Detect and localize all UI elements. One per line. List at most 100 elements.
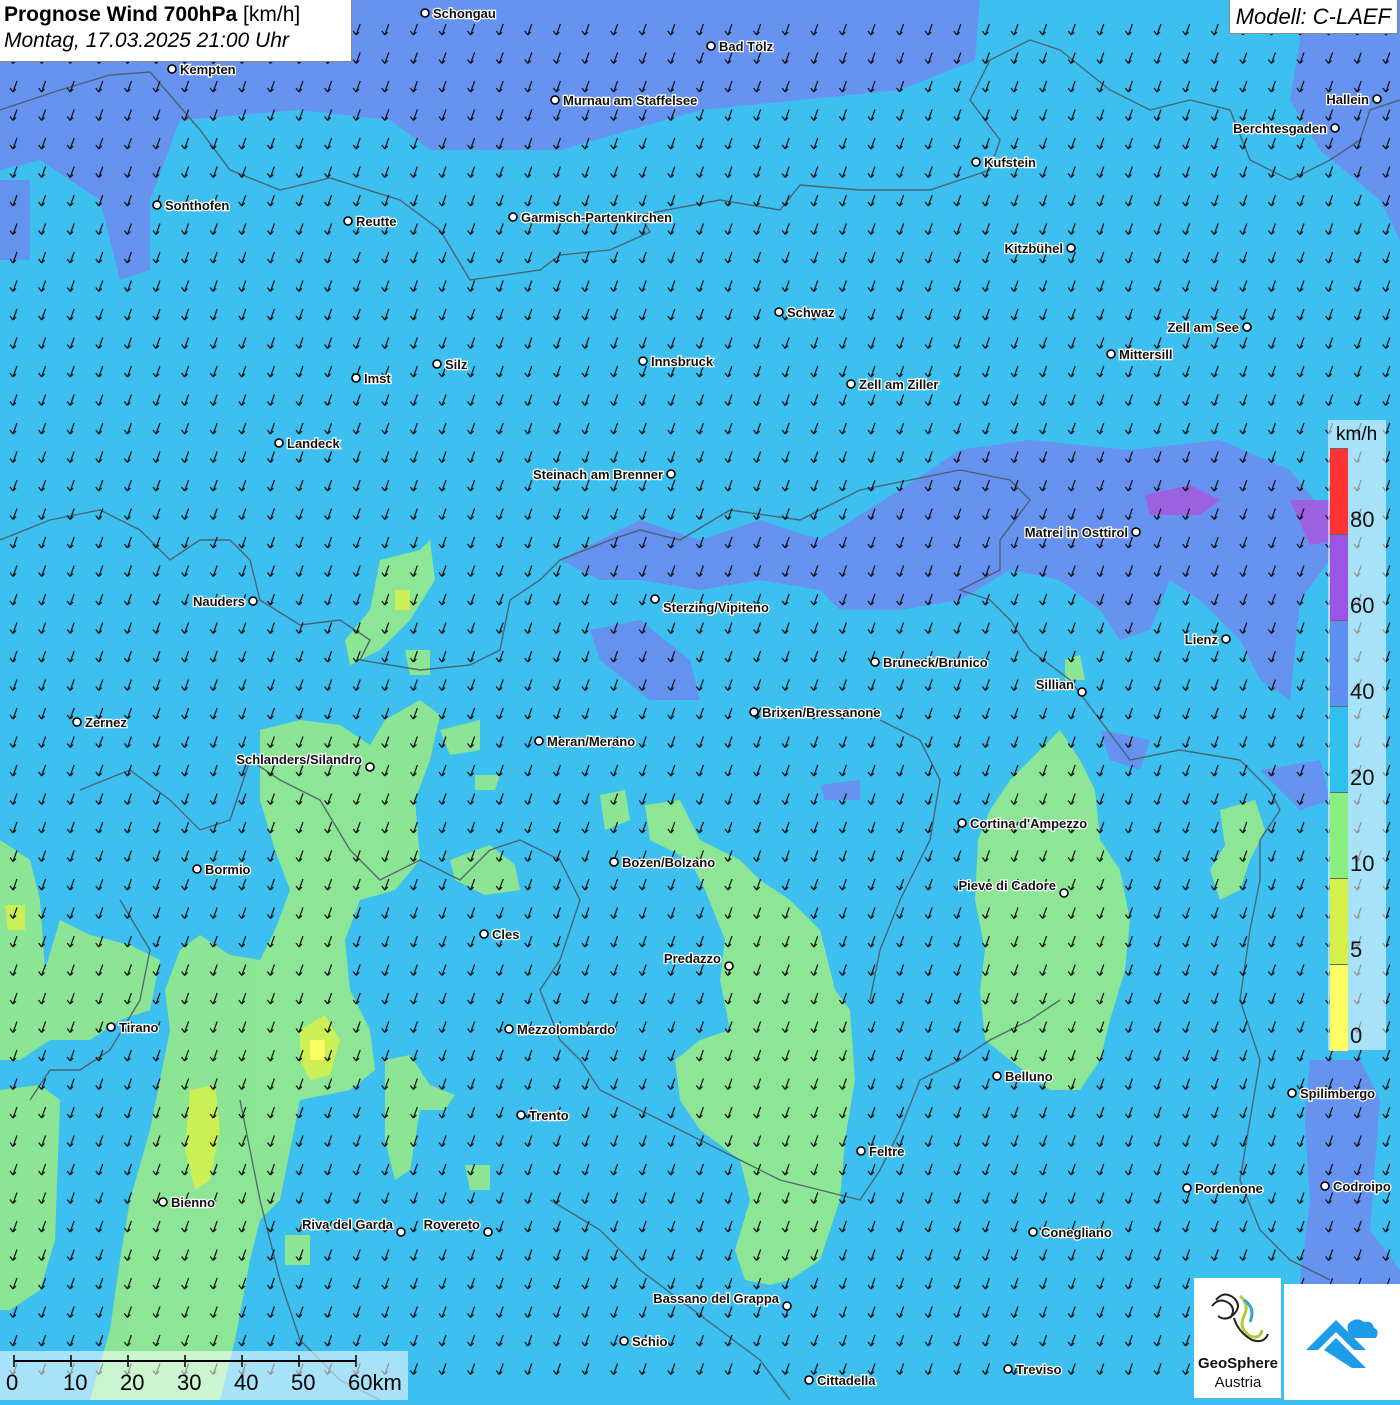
place-label: Murnau am Staffelsee bbox=[563, 93, 697, 108]
place-label: Landeck bbox=[287, 436, 341, 451]
place-dot bbox=[1077, 687, 1087, 697]
place-marker: Conegliano bbox=[1028, 1224, 1113, 1241]
place-label: Pieve di Cadore bbox=[958, 878, 1056, 893]
place-dot bbox=[749, 707, 759, 717]
wind-0-5-areas bbox=[310, 1040, 325, 1060]
app-logo[interactable] bbox=[1284, 1284, 1400, 1400]
place-dot bbox=[650, 594, 660, 604]
scale-label: 30 bbox=[177, 1370, 202, 1395]
legend-label: 40 bbox=[1350, 679, 1375, 704]
place-dot bbox=[1003, 1364, 1013, 1374]
scale-label: 0 bbox=[6, 1370, 19, 1395]
place-label: Cles bbox=[492, 927, 519, 942]
place-label: Bassano del Grappa bbox=[653, 1291, 779, 1306]
place-label: Steinach am Brenner bbox=[533, 467, 663, 482]
place-dot bbox=[343, 216, 353, 226]
place-label: Trento bbox=[529, 1108, 569, 1123]
place-label: Kufstein bbox=[984, 155, 1036, 170]
place-dot bbox=[1028, 1227, 1038, 1237]
place-dot bbox=[1372, 94, 1382, 104]
place-label: Schongau bbox=[433, 6, 496, 21]
place-dot bbox=[1287, 1088, 1297, 1098]
place-label: Bruneck/Brunico bbox=[883, 655, 988, 670]
place-label: Mittersill bbox=[1119, 347, 1172, 362]
place-dot bbox=[846, 379, 856, 389]
place-label: Schlanders/Silandro bbox=[236, 752, 362, 767]
place-marker: Brixen/Bressanone bbox=[749, 704, 882, 721]
place-marker: Schongau bbox=[420, 5, 497, 22]
place-label: Sillian bbox=[1036, 677, 1074, 692]
place-dot bbox=[1131, 527, 1141, 537]
legend-color-swatch bbox=[1330, 448, 1348, 535]
place-dot bbox=[550, 95, 560, 105]
place-label: Bormio bbox=[205, 862, 251, 877]
place-dot bbox=[248, 596, 258, 606]
place-label: Treviso bbox=[1016, 1362, 1062, 1377]
place-label: Riva del Garda bbox=[302, 1217, 394, 1232]
place-dot bbox=[72, 717, 82, 727]
place-dot bbox=[609, 857, 619, 867]
place-dot bbox=[396, 1227, 406, 1237]
legend-color-swatch bbox=[1330, 620, 1348, 707]
model-label: Modell: C-LAEF bbox=[1228, 0, 1398, 34]
place-label: Nauders bbox=[193, 594, 245, 609]
legend-label: 80 bbox=[1350, 507, 1375, 532]
place-dot bbox=[666, 469, 676, 479]
map-title: Prognose Wind 700hPa bbox=[4, 3, 238, 26]
legend-color-swatch bbox=[1330, 706, 1348, 793]
place-dot bbox=[152, 200, 162, 210]
place-dot bbox=[420, 8, 430, 18]
place-dot bbox=[619, 1336, 629, 1346]
place-marker: Bruneck/Brunico bbox=[870, 654, 989, 671]
place-label: Conegliano bbox=[1041, 1225, 1112, 1240]
place-marker: Murnau am Staffelsee bbox=[550, 92, 699, 109]
legend-color-swatch bbox=[1330, 964, 1348, 1051]
place-label: Zell am See bbox=[1167, 320, 1239, 335]
place-dot bbox=[1066, 243, 1076, 253]
forecast-datetime: Montag, 17.03.2025 21:00 Uhr bbox=[4, 29, 289, 52]
place-label: Reutte bbox=[356, 214, 396, 229]
place-label: Berchtesgaden bbox=[1233, 121, 1327, 136]
place-dot bbox=[516, 1110, 526, 1120]
place-label: Tirano bbox=[119, 1020, 159, 1035]
place-label: Brixen/Bressanone bbox=[762, 705, 881, 720]
scale-label: 40 bbox=[234, 1370, 259, 1395]
place-marker: Mezzolombardo bbox=[504, 1021, 617, 1038]
place-label: Imst bbox=[364, 371, 391, 386]
place-label: Zell am Ziller bbox=[859, 377, 938, 392]
place-marker: Matrei in Osttirol bbox=[1023, 524, 1141, 541]
wind-map[interactable]: Schongau Bad Tölz Kempten Murnau am Staffel… bbox=[0, 0, 1400, 1400]
place-dot bbox=[992, 1071, 1002, 1081]
place-marker: Steinach am Brenner bbox=[532, 466, 676, 483]
place-label: Belluno bbox=[1005, 1069, 1053, 1084]
app-logo-icon bbox=[1306, 1319, 1378, 1368]
place-label: Schwaz bbox=[787, 305, 835, 320]
legend-label: 5 bbox=[1350, 937, 1363, 962]
legend-color-swatch bbox=[1330, 878, 1348, 965]
scale-bar bbox=[0, 1351, 408, 1400]
place-dot bbox=[1221, 634, 1231, 644]
place-dot bbox=[106, 1022, 116, 1032]
place-dot bbox=[1242, 322, 1252, 332]
place-label: Cortina d'Ampezzo bbox=[970, 816, 1087, 831]
place-label: Zernez bbox=[85, 715, 127, 730]
place-marker: Garmisch-Partenkirchen bbox=[508, 209, 673, 226]
place-label: Cittadella bbox=[817, 1373, 876, 1388]
place-label: Mezzolombardo bbox=[517, 1022, 615, 1037]
place-label: Spilimbergo bbox=[1300, 1086, 1375, 1101]
brand-name: GeoSphere bbox=[1197, 1355, 1279, 1372]
place-dot bbox=[774, 307, 784, 317]
place-label: Predazzo bbox=[664, 951, 721, 966]
place-dot bbox=[274, 438, 284, 448]
place-label: Kitzbühel bbox=[1005, 241, 1064, 256]
place-dot bbox=[804, 1375, 814, 1385]
place-label: Sterzing/Vipiteno bbox=[663, 600, 769, 615]
place-label: Silz bbox=[445, 357, 468, 372]
geosphere-emblem-icon bbox=[1211, 1293, 1269, 1343]
place-dot bbox=[856, 1146, 866, 1156]
place-dot bbox=[1182, 1183, 1192, 1193]
place-label: Hallein bbox=[1326, 92, 1369, 107]
place-dot bbox=[870, 657, 880, 667]
legend-label: 0 bbox=[1350, 1023, 1363, 1048]
place-dot bbox=[1059, 888, 1069, 898]
